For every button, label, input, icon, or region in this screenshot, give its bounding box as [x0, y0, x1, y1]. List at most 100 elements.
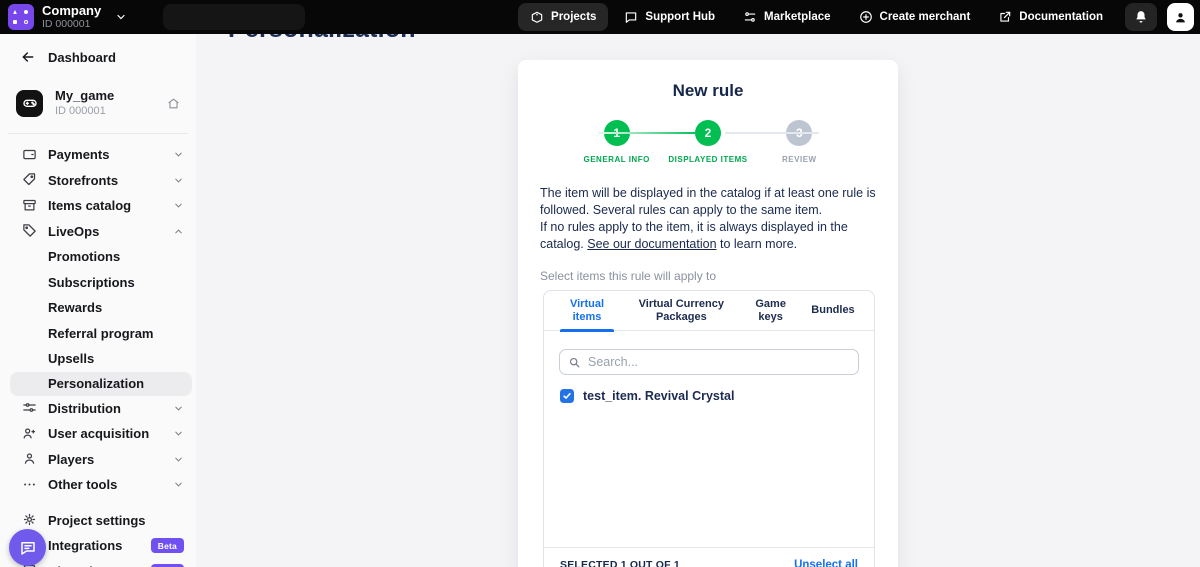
- step-circle: 2: [695, 120, 721, 146]
- chat-bubble-icon: [624, 10, 638, 24]
- main-content: Personalization New rule 1 GENERAL INFO …: [196, 34, 1200, 567]
- wallet-icon: [22, 147, 38, 163]
- documentation-link[interactable]: See our documentation: [587, 237, 716, 251]
- step-displayed-items[interactable]: 2 DISPLAYED ITEMS: [662, 120, 753, 172]
- description-text: The item will be displayed in the catalo…: [540, 186, 876, 217]
- tab-virtual-items[interactable]: Virtual items: [556, 291, 618, 331]
- modal-title: New rule: [518, 81, 898, 101]
- arrow-left-icon: [20, 49, 36, 65]
- tab-label: Virtual items: [556, 298, 618, 323]
- item-list-spacer: [544, 403, 874, 547]
- step-label: REVIEW: [782, 155, 817, 164]
- chevron-down-icon: [173, 200, 184, 211]
- projects-label: Projects: [551, 11, 596, 23]
- rule-description: The item will be displayed in the catalo…: [540, 185, 876, 253]
- select-items-label: Select items this rule will apply to: [540, 269, 876, 283]
- search-icon: [568, 356, 581, 369]
- back-to-dashboard[interactable]: Dashboard: [0, 46, 196, 68]
- package-icon: [530, 10, 544, 24]
- stepper-connector: [598, 132, 698, 134]
- dashboard-label: Dashboard: [48, 50, 116, 65]
- search-box: [559, 349, 859, 375]
- tab-virtual-currency-packages[interactable]: Virtual Currency Packages: [625, 291, 737, 331]
- sidebar-item-subscriptions[interactable]: Subscriptions: [0, 270, 196, 296]
- support-hub-button[interactable]: Support Hub: [612, 3, 727, 31]
- tag-icon: [22, 172, 38, 188]
- user-plus-icon: [22, 426, 38, 442]
- sidebar-item-other-tools[interactable]: Other tools: [0, 472, 196, 498]
- sidebar-item-upsells[interactable]: Upsells: [0, 346, 196, 372]
- marketplace-label: Marketplace: [764, 11, 830, 23]
- company-id: ID 000001: [42, 19, 101, 31]
- user-icon: [1174, 11, 1187, 24]
- search-input[interactable]: [588, 355, 850, 369]
- sidebar-item-rewards[interactable]: Rewards: [0, 295, 196, 321]
- chevron-down-icon: [173, 175, 184, 186]
- step-general-info[interactable]: 1 GENERAL INFO: [571, 120, 662, 172]
- new-rule-modal: New rule 1 GENERAL INFO 2 DISPLAYED ITEM…: [518, 60, 898, 567]
- home-icon[interactable]: [167, 97, 180, 110]
- sidebar-item-liveops[interactable]: LiveOps: [0, 219, 196, 245]
- create-merchant-button[interactable]: Create merchant: [847, 3, 983, 31]
- tab-bundles[interactable]: Bundles: [804, 291, 862, 331]
- chat-launcher-button[interactable]: [9, 529, 46, 566]
- sidebar-item-distribution[interactable]: Distribution: [0, 396, 196, 422]
- item-checkbox[interactable]: [560, 389, 574, 403]
- bell-icon: [1134, 10, 1148, 24]
- tab-label: Game keys: [745, 298, 797, 323]
- project-name: My_game: [55, 89, 114, 104]
- sidebar-item-payments[interactable]: Payments: [0, 142, 196, 168]
- create-merchant-label: Create merchant: [880, 11, 971, 23]
- sidebar-item-referral-program[interactable]: Referral program: [0, 321, 196, 347]
- gear-icon: [22, 512, 38, 528]
- project-row[interactable]: My_game ID 000001: [0, 83, 196, 123]
- description-text: to learn more.: [717, 237, 798, 251]
- sidebar-item-user-acquisition[interactable]: User acquisition: [0, 421, 196, 447]
- stepper-connector: [725, 132, 819, 134]
- sidebar-item-items-catalog[interactable]: Items catalog: [0, 193, 196, 219]
- sidebar-divider: [8, 133, 188, 134]
- gamepad-icon: [16, 90, 43, 117]
- tab-label: Bundles: [811, 304, 854, 317]
- chevron-down-icon: [173, 454, 184, 465]
- documentation-label: Documentation: [1019, 11, 1103, 23]
- project-id: ID 000001: [55, 105, 114, 118]
- tab-label: Virtual Currency Packages: [625, 298, 737, 323]
- user-icon: [22, 451, 38, 467]
- archive-box-icon: [22, 198, 38, 214]
- company-name: Company: [42, 4, 101, 18]
- topbar-highlight: [163, 4, 305, 30]
- tab-game-keys[interactable]: Game keys: [745, 291, 797, 331]
- item-label: test_item. Revival Crystal: [583, 389, 734, 403]
- support-hub-label: Support Hub: [645, 11, 715, 23]
- sidebar-item-promotions[interactable]: Promotions: [0, 244, 196, 270]
- liveops-tag-icon: [22, 223, 38, 239]
- documentation-button[interactable]: Documentation: [986, 3, 1115, 31]
- external-link-icon: [998, 10, 1012, 24]
- plus-circle-icon: [859, 10, 873, 24]
- account-button[interactable]: [1167, 3, 1194, 31]
- sidebar-item-personalization[interactable]: Personalization: [10, 372, 192, 396]
- sidebar-item-storefronts[interactable]: Storefronts: [0, 168, 196, 194]
- item-row[interactable]: test_item. Revival Crystal: [560, 389, 858, 403]
- topbar-nav: Projects Support Hub Marketplace Create …: [518, 3, 1194, 31]
- step-review[interactable]: 3 REVIEW: [754, 120, 845, 172]
- notifications-button[interactable]: [1125, 3, 1157, 31]
- chevron-up-icon: [173, 226, 184, 237]
- xsolla-logo-icon: [8, 4, 34, 30]
- company-selector[interactable]: Company ID 000001: [42, 4, 127, 31]
- unselect-all-link[interactable]: Unselect all: [794, 559, 858, 567]
- item-type-tabs: Virtual items Virtual Currency Packages …: [544, 291, 874, 331]
- selection-footer: SELECTED 1 OUT OF 1 Unselect all: [544, 547, 874, 567]
- sidebar-item-players[interactable]: Players: [0, 447, 196, 473]
- beta-badge: Beta: [151, 538, 184, 553]
- step-label: GENERAL INFO: [584, 155, 650, 164]
- chevron-down-icon: [115, 11, 127, 23]
- marketplace-button[interactable]: Marketplace: [731, 3, 842, 31]
- chevron-down-icon: [173, 479, 184, 490]
- ellipsis-icon: [22, 477, 38, 493]
- items-selector: Virtual items Virtual Currency Packages …: [543, 290, 875, 567]
- sliders-icon: [22, 400, 38, 416]
- sidebar: Dashboard My_game ID 000001 Payments: [0, 34, 196, 567]
- projects-button[interactable]: Projects: [518, 3, 608, 31]
